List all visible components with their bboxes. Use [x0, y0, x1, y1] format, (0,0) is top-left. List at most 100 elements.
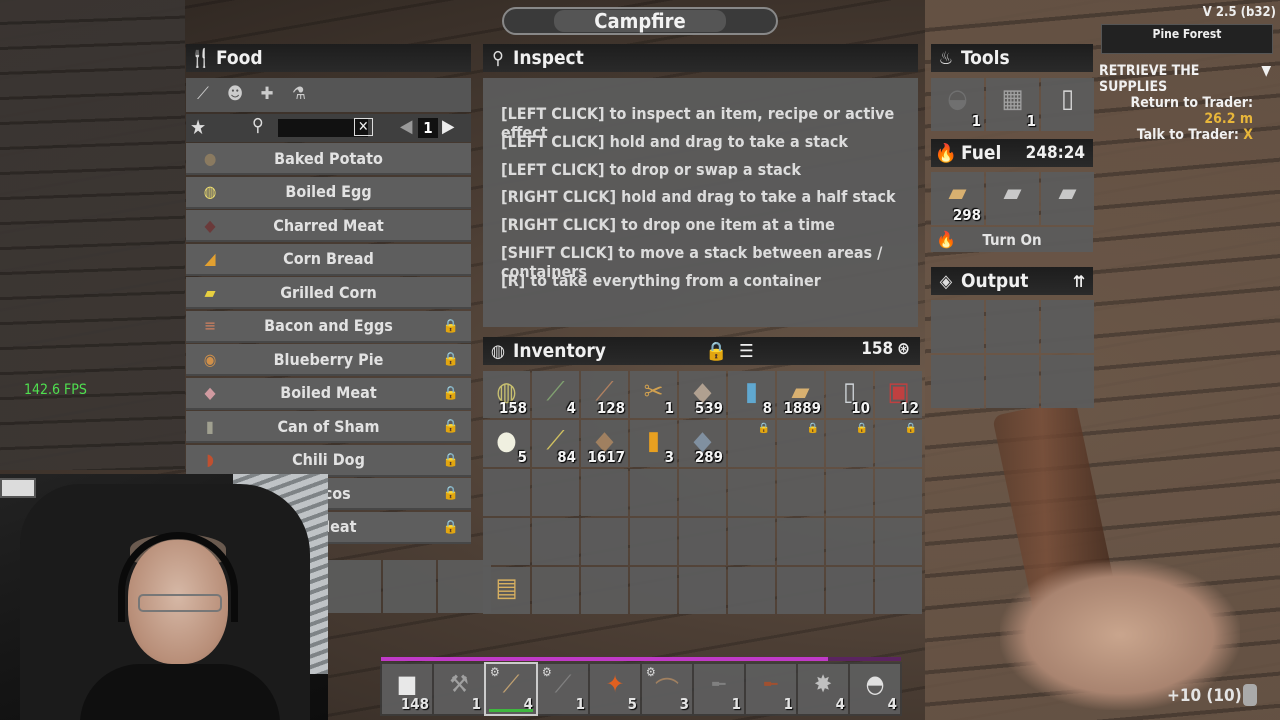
recipe-item[interactable]: ◍ Boiled Egg	[186, 176, 471, 209]
take-all-icon[interactable]: ⇈	[1073, 272, 1085, 291]
inventory-slot[interactable]	[532, 518, 579, 565]
hotbar-slot[interactable]: ■ 148	[382, 664, 432, 714]
favorites-star-icon[interactable]: ★	[190, 115, 206, 139]
tools-slot[interactable]: ▯	[1041, 78, 1094, 131]
tools-slot[interactable]: ◒ 1	[931, 78, 984, 131]
recipe-item[interactable]: ▮ Can of Sham 🔒	[186, 411, 471, 443]
hotbar-slot[interactable]: ╾ 1	[746, 664, 796, 714]
output-slot[interactable]	[931, 300, 984, 353]
output-slot[interactable]	[986, 355, 1039, 408]
inventory-slot[interactable]: ✂ 1	[630, 371, 677, 418]
inventory-slot[interactable]	[875, 567, 922, 614]
inventory-slot[interactable]: 🔒	[875, 420, 922, 467]
slot-lock-icon[interactable]: 🔒	[856, 423, 868, 434]
next-page-icon[interactable]: ▶	[442, 116, 454, 137]
craft-slot[interactable]	[383, 560, 436, 613]
hotbar-slot[interactable]: ✦ 5	[590, 664, 640, 714]
inventory-slot[interactable]	[777, 518, 824, 565]
recipe-item[interactable]: ◆ Boiled Meat 🔒	[186, 377, 471, 410]
inventory-slot[interactable]	[728, 567, 775, 614]
inventory-slot[interactable]: ◍ 158	[483, 371, 530, 418]
inventory-slot[interactable]	[777, 469, 824, 516]
inventory-slot[interactable]: ⟋ 128	[581, 371, 628, 418]
inventory-slot[interactable]: ◆ 1617	[581, 420, 628, 467]
inventory-slot[interactable]	[630, 567, 677, 614]
lock-icon[interactable]: 🔒	[705, 341, 727, 362]
inventory-slot[interactable]	[728, 469, 775, 516]
hotbar-slot[interactable]: ◓ 4	[850, 664, 900, 714]
fuel-title: Fuel	[961, 142, 1002, 164]
inventory-slot[interactable]: ▯ 10	[826, 371, 873, 418]
inventory-slot[interactable]	[483, 518, 530, 565]
fuel-slot[interactable]: ▰	[986, 172, 1039, 225]
output-slot[interactable]	[1041, 300, 1094, 353]
recipe-item[interactable]: ◉ Blueberry Pie 🔒	[186, 344, 471, 376]
fork-icon[interactable]: ⟋	[192, 84, 214, 106]
inventory-slot[interactable]: ▰ 1889	[777, 371, 824, 418]
inventory-slot[interactable]	[679, 518, 726, 565]
inventory-slot[interactable]: ▮ 3	[630, 420, 677, 467]
inspect-line: [SHIFT CLICK] to move a stack between ar…	[501, 242, 883, 281]
recipe-name: Boiled Meat	[280, 383, 377, 402]
hotbar-slot[interactable]: ⌒ ⚙ 3	[642, 664, 692, 714]
inventory-slot[interactable]: ▮ 8	[728, 371, 775, 418]
fuel-slot[interactable]: ▰ 298	[931, 172, 984, 225]
output-slot[interactable]	[1041, 355, 1094, 408]
inventory-slot[interactable]	[581, 567, 628, 614]
recipe-item[interactable]: ◗ Chili Dog 🔒	[186, 444, 471, 477]
output-slot[interactable]	[931, 355, 984, 408]
inventory-slot[interactable]: ● 5	[483, 420, 530, 467]
inventory-slot[interactable]	[875, 469, 922, 516]
inventory-slot[interactable]	[826, 518, 873, 565]
medkit-icon[interactable]: ✚	[256, 84, 278, 106]
slot-lock-icon[interactable]: 🔒	[905, 423, 917, 434]
tools-slot[interactable]: ▦ 1	[986, 78, 1039, 131]
inventory-slot[interactable]: ⟋ 84	[532, 420, 579, 467]
inventory-slot[interactable]	[826, 567, 873, 614]
hotbar-item-icon: ⚒	[449, 670, 469, 698]
fuel-slot[interactable]: ▰	[1041, 172, 1094, 225]
recipe-item[interactable]: ▰ Grilled Corn	[186, 277, 471, 309]
inventory-slot[interactable]	[826, 469, 873, 516]
inventory-slot[interactable]	[728, 518, 775, 565]
inventory-slot[interactable]: ◆ 289	[679, 420, 726, 467]
inventory-slot[interactable]: ◆ 539	[679, 371, 726, 418]
chemistry-icon[interactable]: ⚗	[288, 84, 310, 106]
inventory-slot[interactable]: ⟋ 4	[532, 371, 579, 418]
hotbar-slot[interactable]: ⟋ ⚙ 4	[484, 662, 538, 716]
hotbar-slot[interactable]: ⚒ 1	[434, 664, 484, 714]
inventory-slot[interactable]	[483, 469, 530, 516]
head-icon[interactable]: ☻	[224, 84, 246, 106]
quest-filter-icon[interactable]: ▼	[1261, 63, 1271, 95]
inventory-slot[interactable]	[532, 469, 579, 516]
hotbar-slot[interactable]: ╾ 1	[694, 664, 744, 714]
recipe-item[interactable]: ≡ Bacon and Eggs 🔒	[186, 310, 471, 343]
inventory-slot[interactable]: ▤	[483, 567, 530, 614]
recipe-item[interactable]: ◆ Charred Meat	[186, 210, 471, 242]
slot-lock-icon[interactable]: 🔒	[807, 423, 819, 434]
inventory-slot[interactable]	[875, 518, 922, 565]
clear-search-icon[interactable]: ✕	[354, 118, 373, 136]
hotbar-slot[interactable]: ✸ 4	[798, 664, 848, 714]
recipe-item[interactable]: ◢ Corn Bread	[186, 243, 471, 276]
inventory-slot[interactable]	[630, 469, 677, 516]
hotbar-slot[interactable]: ⟋ ⚙ 1	[538, 664, 588, 714]
inventory-slot[interactable]	[532, 567, 579, 614]
inventory-slot[interactable]: 🔒	[777, 420, 824, 467]
inventory-slot[interactable]	[777, 567, 824, 614]
inventory-slot[interactable]: ▣ 12	[875, 371, 922, 418]
inventory-slot[interactable]: 🔒	[826, 420, 873, 467]
inventory-slot[interactable]	[679, 469, 726, 516]
output-slot[interactable]	[986, 300, 1039, 353]
slot-lock-icon[interactable]: 🔒	[758, 423, 770, 434]
recipe-item[interactable]: ● Baked Potato	[186, 143, 471, 175]
inventory-slot[interactable]: 🔒	[728, 420, 775, 467]
previous-page-icon[interactable]: ◀	[400, 116, 412, 137]
turn-on-button[interactable]: 🔥 Turn On	[931, 227, 1093, 252]
sort-icon[interactable]: ☰	[739, 341, 754, 362]
inventory-slot[interactable]	[630, 518, 677, 565]
inventory-slot[interactable]	[581, 518, 628, 565]
inventory-slot[interactable]	[679, 567, 726, 614]
inventory-slot[interactable]	[581, 469, 628, 516]
craft-slot[interactable]	[328, 560, 381, 613]
